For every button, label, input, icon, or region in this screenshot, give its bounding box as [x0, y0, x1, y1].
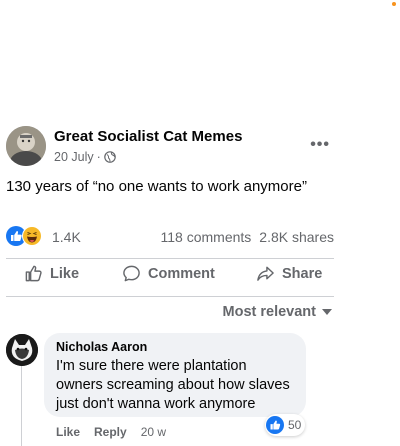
post-actions: Like Comment Share: [6, 264, 334, 292]
avatar-image-icon: [6, 126, 46, 166]
thumb-up-outline-icon: [25, 265, 42, 282]
share-button[interactable]: Share: [256, 264, 322, 283]
commenter-avatar[interactable]: [6, 334, 38, 366]
page-name-link[interactable]: Great Socialist Cat Memes: [54, 128, 242, 145]
post-date[interactable]: 20 July: [54, 150, 94, 164]
caret-down-icon: [322, 309, 332, 315]
page-avatar[interactable]: [6, 126, 46, 166]
post-meta: 20 July ·: [54, 150, 116, 164]
divider-top: [6, 258, 334, 259]
more-options-icon[interactable]: •••: [310, 136, 330, 154]
comment-icon: [123, 265, 140, 282]
like-button-label: Like: [50, 265, 80, 282]
reaction-count[interactable]: 1.4K: [52, 229, 81, 245]
comment-text: I'm sure there were plantation owners sc…: [56, 358, 290, 412]
comment-reply-button[interactable]: Reply: [94, 425, 127, 439]
post-stats: 118 comments 2.8K shares: [161, 229, 335, 245]
globe-icon: [103, 151, 116, 163]
like-button[interactable]: Like: [24, 264, 79, 283]
sort-label: Most relevant: [222, 304, 316, 320]
like-reaction-icon: [266, 416, 284, 434]
share-icon: [257, 266, 274, 281]
comment-button[interactable]: Comment: [122, 264, 215, 283]
comments-count-link[interactable]: 118 comments: [161, 229, 252, 245]
comment-reaction-count: 50: [288, 418, 302, 432]
haha-reaction-icon: [22, 226, 42, 246]
comment-sort-dropdown[interactable]: Most relevant: [223, 304, 332, 320]
divider-bottom: [6, 296, 334, 297]
commenter-avatar-image-icon: [6, 334, 38, 366]
comment-bubble: Nicholas Aaron I'm sure there were plant…: [44, 333, 306, 417]
comment-thread-line: [21, 366, 22, 446]
comment-actions: Like Reply 20 w: [56, 425, 166, 439]
comment-timestamp[interactable]: 20 w: [141, 425, 166, 439]
meta-separator: ·: [96, 150, 101, 164]
comment-like-button[interactable]: Like: [56, 425, 80, 439]
post-header: Great Socialist Cat Memes 20 July · •••: [6, 126, 330, 170]
reaction-icons[interactable]: [6, 226, 42, 246]
notification-dot: [392, 2, 396, 6]
comment-reactions[interactable]: 50: [265, 414, 306, 436]
post-text: 130 years of “no one wants to work anymo…: [6, 178, 307, 195]
share-button-label: Share: [282, 265, 323, 282]
reactions-bar: 1.4K 118 comments 2.8K shares: [6, 226, 334, 248]
shares-count-link[interactable]: 2.8K shares: [259, 229, 334, 245]
commenter-name-link[interactable]: Nicholas Aaron: [56, 340, 294, 354]
comment-button-label: Comment: [148, 265, 215, 282]
